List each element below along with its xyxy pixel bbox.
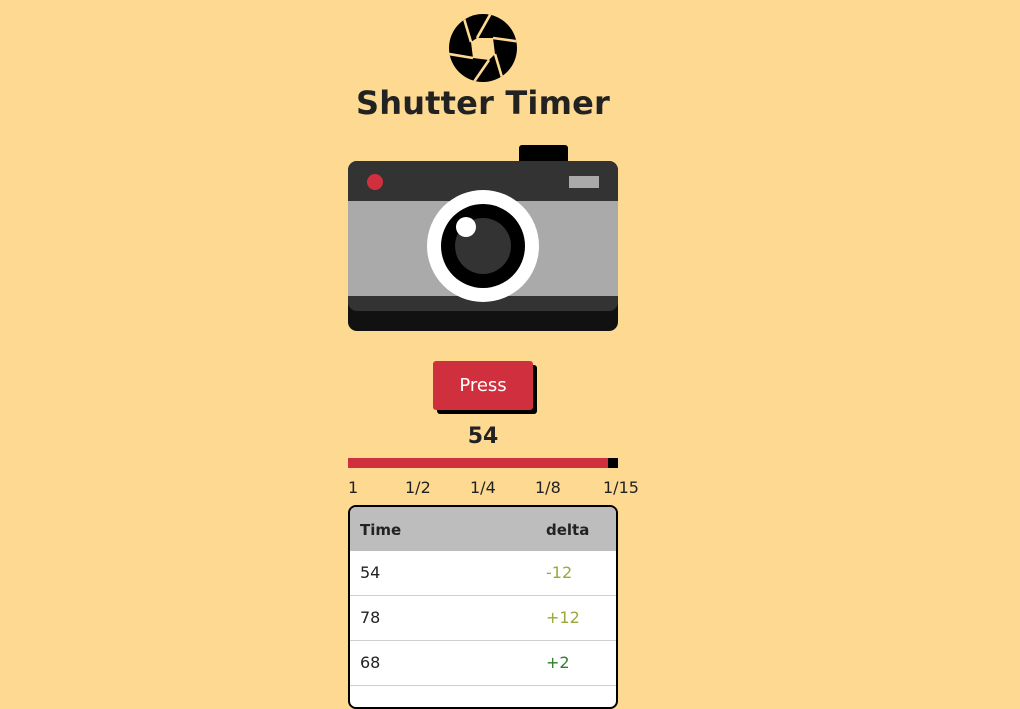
press-button[interactable]: Press (433, 361, 533, 410)
timer-value: 54 (467, 424, 499, 449)
aperture-icon (447, 12, 519, 84)
delta-cell: +12 (546, 608, 580, 627)
camera-icon (348, 145, 618, 331)
scale-label-1: 1 (348, 478, 359, 497)
table-row: 68 +2 (350, 641, 616, 686)
table-row: 78 +12 (350, 596, 616, 641)
scale-label-1-8: 1/8 (535, 478, 561, 497)
time-cell: 78 (360, 608, 381, 627)
table-row: 54 -12 (350, 551, 616, 596)
header-delta: delta (546, 521, 590, 539)
header-time: Time (360, 521, 402, 539)
delta-cell: +2 (546, 653, 570, 672)
progress-fill (348, 458, 608, 468)
scale-label-1-2: 1/2 (405, 478, 431, 497)
delta-cell: -12 (546, 563, 573, 582)
results-table: Time delta 54 -12 78 +12 68 +2 (348, 505, 618, 709)
scale-label-1-4: 1/4 (470, 478, 496, 497)
time-cell: 54 (360, 563, 381, 582)
shutter-progress-bar (348, 458, 618, 468)
app-title: Shutter Timer (355, 84, 611, 122)
table-header: Time delta (350, 507, 616, 551)
scale-label-1-15: 1/15 (603, 478, 639, 497)
time-cell: 68 (360, 653, 381, 672)
